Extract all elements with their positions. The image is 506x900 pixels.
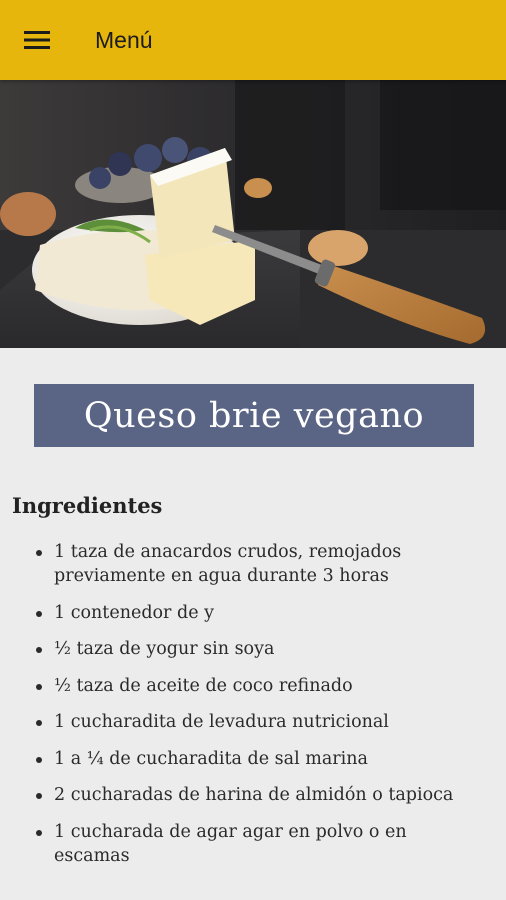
list-item: 1 cucharadita de levadura nutricional	[0, 710, 506, 734]
list-item: 1 contenedor de y	[0, 601, 506, 625]
ingredients-list: 1 taza de anacardos crudos, remojados pr…	[0, 540, 506, 880]
recipe-title: Queso brie vegano	[83, 395, 425, 436]
menu-button[interactable]	[15, 18, 59, 62]
list-item: ½ taza de yogur sin soya	[0, 637, 506, 661]
app-bar-title: Menú	[95, 26, 153, 53]
list-item: ½ taza de aceite de coco refinado	[0, 674, 506, 698]
recipe-title-banner: Queso brie vegano	[34, 384, 474, 447]
list-item: 1 taza de anacardos crudos, remojados pr…	[0, 540, 506, 588]
hamburger-menu-icon	[24, 31, 50, 49]
brie-cheese-photo	[0, 80, 506, 348]
list-item: 1 a ¼ de cucharadita de sal marina	[0, 747, 506, 771]
list-item: 2 cucharadas de harina de almidón o tapi…	[0, 783, 506, 807]
ingredients-heading: Ingredientes	[12, 493, 163, 518]
list-item: 1 cucharada de agar agar en polvo o en e…	[0, 820, 506, 868]
hero-image	[0, 80, 506, 348]
app-bar: Menú	[0, 0, 506, 80]
